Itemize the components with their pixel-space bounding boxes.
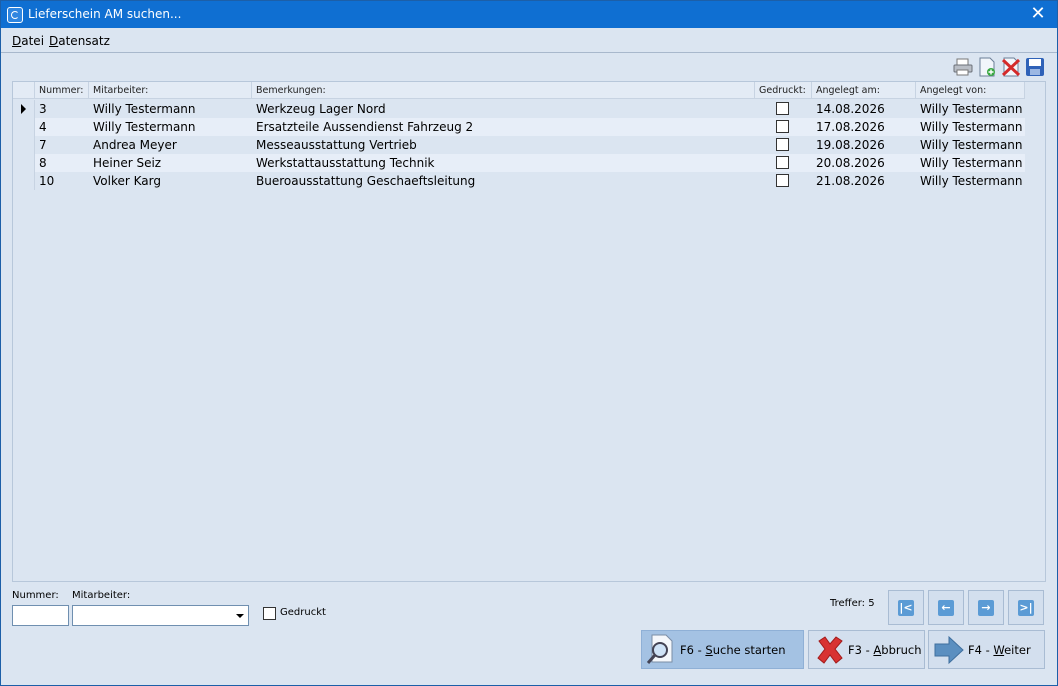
toolbar — [953, 57, 1045, 77]
print-button[interactable] — [953, 57, 973, 77]
cancel-label: F3 - Abbruch — [848, 643, 922, 657]
cell-bemerkungen[interactable]: Bueroausstattung Geschaeftsleitung — [252, 172, 755, 190]
next-record-button[interactable]: → — [968, 590, 1004, 625]
cell-angelegt-von[interactable]: Willy Testermann — [916, 100, 1025, 118]
window-title: Lieferschein AM suchen... — [28, 7, 182, 21]
cell-angelegt-am[interactable]: 21.08.2026 — [812, 172, 916, 190]
arrow-right-icon: → — [978, 600, 994, 616]
row-indicator[interactable] — [13, 118, 35, 136]
cell-nummer[interactable]: 8 — [35, 154, 89, 172]
cancel-button[interactable]: F3 - Abbruch — [808, 630, 925, 669]
header-nummer[interactable]: Nummer: — [35, 82, 89, 99]
next-label: F4 - Weiter — [968, 643, 1031, 657]
search-start-label: F6 - Suche starten — [680, 643, 786, 657]
gedruckt-cell-checkbox[interactable] — [776, 102, 789, 115]
cell-bemerkungen[interactable]: Ersatzteile Aussendienst Fahrzeug 2 — [252, 118, 755, 136]
printer-icon — [953, 58, 973, 76]
title-bar: Lieferschein AM suchen... ✕ — [1, 1, 1057, 28]
new-document-icon — [979, 57, 995, 77]
previous-record-button[interactable]: ← — [928, 590, 964, 625]
cell-angelegt-am[interactable]: 20.08.2026 — [812, 154, 916, 172]
last-icon: >| — [1018, 600, 1034, 616]
nummer-input[interactable] — [12, 605, 69, 626]
cell-nummer[interactable]: 10 — [35, 172, 89, 190]
cell-angelegt-am[interactable]: 19.08.2026 — [812, 136, 916, 154]
save-button[interactable] — [1025, 57, 1045, 77]
delete-icon — [1001, 57, 1021, 77]
search-start-button[interactable]: F6 - Suche starten — [641, 630, 804, 669]
menu-datei[interactable]: Datei — [12, 34, 44, 48]
header-angelegt-am[interactable]: Angelegt am: — [812, 82, 916, 99]
cell-nummer[interactable]: 3 — [35, 100, 89, 118]
cell-angelegt-von[interactable]: Willy Testermann — [916, 172, 1025, 190]
row-indicator[interactable] — [13, 154, 35, 172]
close-button[interactable]: ✕ — [1025, 3, 1051, 25]
new-button[interactable] — [977, 57, 997, 77]
table-row[interactable]: 8 Heiner Seiz Werkstattausstattung Technik… — [13, 154, 1045, 172]
cell-angelegt-am[interactable]: 14.08.2026 — [812, 100, 916, 118]
gedruckt-checkbox[interactable] — [263, 607, 276, 620]
gedruckt-cell-checkbox[interactable] — [776, 174, 789, 187]
delete-button[interactable] — [1001, 57, 1021, 77]
cell-angelegt-am[interactable]: 17.08.2026 — [812, 118, 916, 136]
gedruckt-cell-checkbox[interactable] — [776, 156, 789, 169]
cell-nummer[interactable]: 4 — [35, 118, 89, 136]
next-button[interactable]: F4 - Weiter — [928, 630, 1045, 669]
cell-mitarbeiter[interactable]: Willy Testermann — [89, 100, 252, 118]
cell-mitarbeiter[interactable]: Heiner Seiz — [89, 154, 252, 172]
first-record-button[interactable]: |< — [888, 590, 924, 625]
results-grid: Nummer: Mitarbeiter: Bemerkungen: Gedruc… — [12, 81, 1046, 582]
first-icon: |< — [898, 600, 914, 616]
row-indicator[interactable] — [13, 172, 35, 190]
treffer-count: Treffer: 5 — [830, 598, 875, 609]
header-indicator — [13, 82, 35, 99]
chevron-down-icon[interactable] — [232, 606, 248, 625]
gedruckt-label: Gedruckt — [280, 607, 326, 618]
table-row[interactable]: 3 Willy Testermann Werkzeug Lager Nord 14.0… — [13, 100, 1045, 118]
header-angelegt-von[interactable]: Angelegt von: — [916, 82, 1025, 99]
cell-angelegt-von[interactable]: Willy Testermann — [916, 136, 1025, 154]
table-row[interactable]: 4 Willy Testermann Ersatzteile Aussendiens… — [13, 118, 1045, 136]
current-row-icon — [21, 104, 26, 114]
arrow-left-icon: ← — [938, 600, 954, 616]
cell-mitarbeiter[interactable]: Willy Testermann — [89, 118, 252, 136]
cell-angelegt-von[interactable]: Willy Testermann — [916, 154, 1025, 172]
table-row[interactable]: 7 Andrea Meyer Messeausstattung Vertrieb 19… — [13, 136, 1045, 154]
last-record-button[interactable]: >| — [1008, 590, 1044, 625]
header-mitarbeiter[interactable]: Mitarbeiter: — [89, 82, 252, 99]
table-row[interactable]: 10 Volker Karg Bueroausstattung Geschaefts… — [13, 172, 1045, 190]
grid-header: Nummer: Mitarbeiter: Bemerkungen: Gedruc… — [13, 82, 1045, 100]
menu-bar: Datei Datensatz — [1, 28, 1057, 53]
magnifier-icon — [646, 634, 673, 664]
row-indicator[interactable] — [13, 136, 35, 154]
gedruckt-cell-checkbox[interactable] — [776, 120, 789, 133]
cell-bemerkungen[interactable]: Werkzeug Lager Nord — [252, 100, 755, 118]
window: Lieferschein AM suchen... ✕ Datei Datens… — [0, 0, 1058, 686]
cell-nummer[interactable]: 7 — [35, 136, 89, 154]
menu-datensatz[interactable]: Datensatz — [49, 34, 110, 48]
cell-bemerkungen[interactable]: Messeausstattung Vertrieb — [252, 136, 755, 154]
cell-mitarbeiter[interactable]: Volker Karg — [89, 172, 252, 190]
header-bemerkungen[interactable]: Bemerkungen: — [252, 82, 755, 99]
cell-bemerkungen[interactable]: Werkstattausstattung Technik — [252, 154, 755, 172]
cell-angelegt-von[interactable]: Willy Testermann — [916, 118, 1025, 136]
cell-mitarbeiter[interactable]: Andrea Meyer — [89, 136, 252, 154]
row-indicator[interactable] — [13, 100, 35, 118]
app-icon — [7, 7, 23, 23]
mitarbeiter-combobox[interactable] — [72, 605, 249, 626]
arrow-right-big-icon — [934, 635, 964, 665]
gedruckt-cell-checkbox[interactable] — [776, 138, 789, 151]
nummer-label: Nummer: — [12, 590, 59, 601]
cancel-x-icon — [817, 636, 843, 664]
mitarbeiter-label: Mitarbeiter: — [72, 590, 131, 601]
header-gedruckt[interactable]: Gedruckt: — [755, 82, 812, 99]
save-icon — [1026, 58, 1044, 76]
